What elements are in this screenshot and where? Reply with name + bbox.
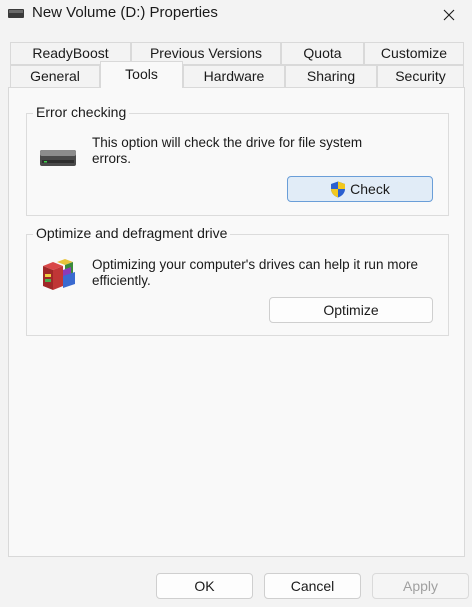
check-button-label: Check [350,181,390,197]
close-icon [443,9,455,21]
tab-security[interactable]: Security [377,65,464,88]
optimize-title: Optimize and defragment drive [33,225,231,241]
hard-drive-icon [40,150,76,166]
ok-button[interactable]: OK [156,573,253,599]
tab-sharing[interactable]: Sharing [285,65,377,88]
dialog-footer: OK Cancel Apply [0,563,472,607]
defragment-icon [43,259,75,290]
drive-icon [8,9,24,18]
optimize-description-line1: Optimizing your computer's drives can he… [92,257,418,272]
tab-customize[interactable]: Customize [364,42,464,65]
uac-shield-icon [331,181,346,197]
error-checking-group: Error checking This option will check th… [26,104,449,216]
optimize-button[interactable]: Optimize [269,297,433,323]
window-title: New Volume (D:) Properties [32,4,218,21]
check-button[interactable]: Check [287,176,433,202]
error-checking-description-line1: This option will check the drive for fil… [92,135,363,150]
optimize-description-line2: efficiently. [92,273,151,288]
error-checking-title: Error checking [33,104,130,120]
title-bar: New Volume (D:) Properties [0,0,472,30]
optimize-button-label: Optimize [323,302,379,318]
tab-tools[interactable]: Tools [100,61,183,88]
tab-quota[interactable]: Quota [281,42,364,65]
apply-button[interactable]: Apply [372,573,469,599]
optimize-group: Optimize and defragment drive Optimizing… [26,225,449,336]
close-button[interactable] [426,0,472,30]
tools-panel: Error checking This option will check th… [8,87,465,557]
tab-hardware[interactable]: Hardware [183,65,285,88]
error-checking-description-line2: errors. [92,151,132,166]
tab-general[interactable]: General [10,65,100,88]
cancel-button[interactable]: Cancel [264,573,361,599]
